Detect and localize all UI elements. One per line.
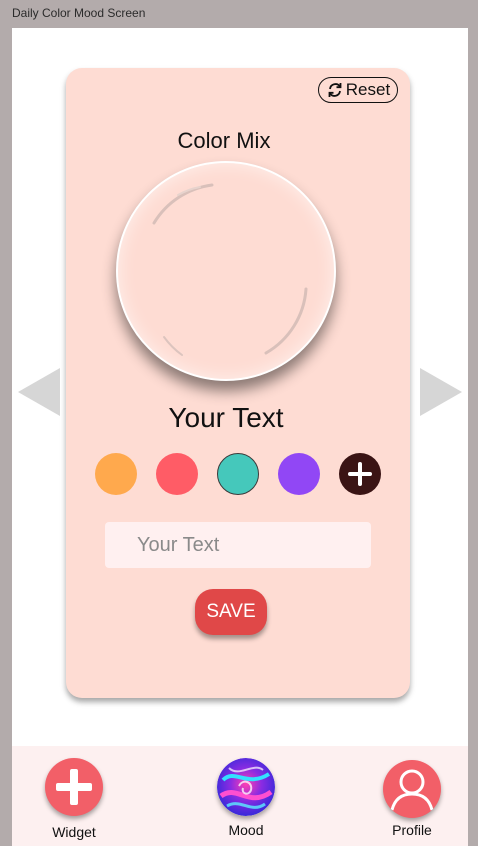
plus-icon	[45, 758, 103, 816]
tab-mood-label: Mood	[228, 822, 264, 838]
glass-highlight-icon	[152, 183, 308, 356]
previous-arrow-icon[interactable]	[18, 368, 60, 416]
tab-profile[interactable]: Profile	[362, 746, 462, 846]
save-button[interactable]: SAVE	[195, 589, 267, 635]
mood-text-display: Your Text	[168, 402, 284, 433]
tab-widget-label: Widget	[52, 824, 96, 840]
color-mix-title: Color Mix	[177, 128, 271, 153]
mood-screen: Reset Color Mix Your Text SAVE	[12, 28, 468, 846]
swatch-purple[interactable]	[278, 453, 320, 495]
tab-widget[interactable]: Widget	[24, 746, 124, 846]
swatch-orange[interactable]	[95, 453, 137, 495]
plus-icon-vertical	[70, 769, 78, 805]
add-color-button[interactable]	[339, 453, 381, 495]
swatch-teal[interactable]	[217, 453, 259, 495]
next-arrow-icon[interactable]	[420, 368, 462, 416]
swatch-red[interactable]	[156, 453, 198, 495]
color-mix-circle	[116, 161, 336, 381]
tab-profile-label: Profile	[392, 822, 432, 838]
reset-label: Reset	[345, 80, 391, 99]
mood-swirl-icon	[217, 758, 275, 816]
color-mix-card: Reset Color Mix Your Text SAVE	[66, 68, 410, 698]
mood-text-input[interactable]	[105, 522, 371, 568]
tab-mood[interactable]: Mood	[196, 746, 296, 846]
window-title: Daily Color Mood Screen	[12, 6, 146, 20]
refresh-icon	[326, 81, 344, 99]
swatch-row	[95, 453, 385, 497]
reset-button[interactable]: Reset	[318, 77, 398, 103]
profile-icon	[383, 760, 441, 818]
plus-icon-vertical	[358, 462, 362, 486]
bottom-navigation: Widget Mood Profile	[12, 746, 468, 846]
